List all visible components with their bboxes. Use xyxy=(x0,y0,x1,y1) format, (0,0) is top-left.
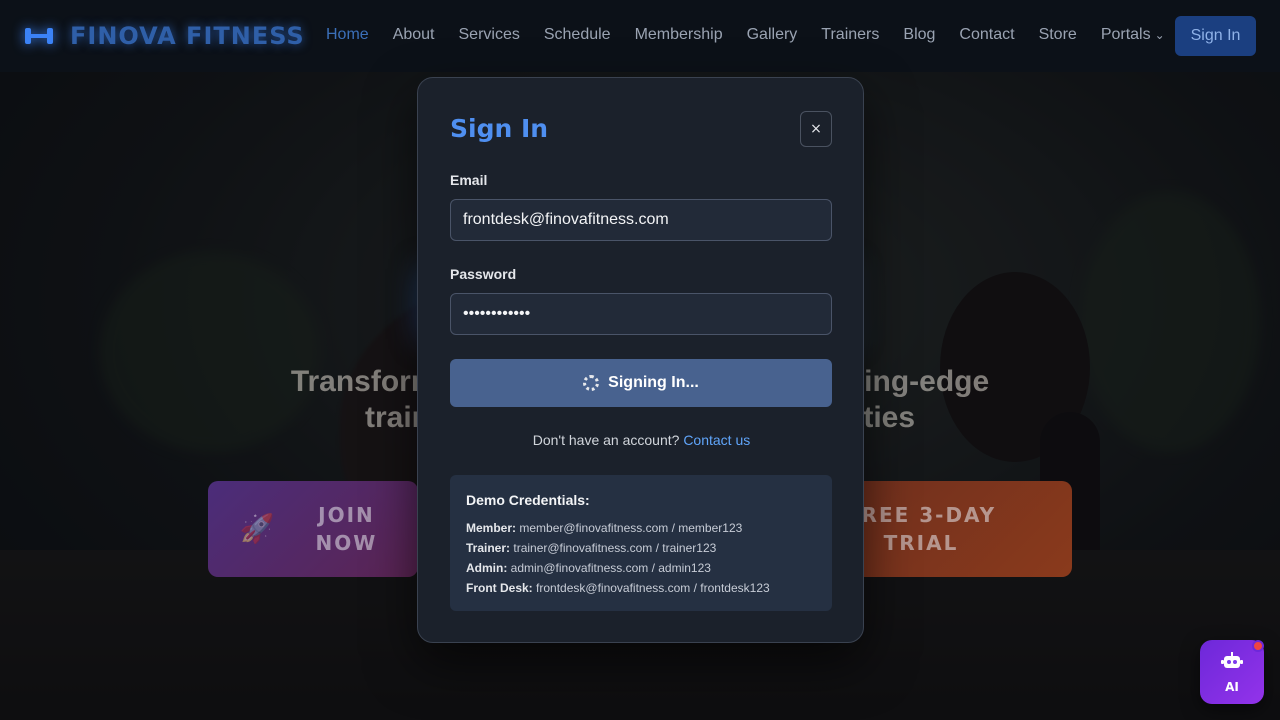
email-label: Email xyxy=(450,172,488,188)
nav-portals[interactable]: Portals ⌄ xyxy=(1101,26,1165,44)
ai-assistant-button[interactable]: AI xyxy=(1200,640,1264,704)
no-account-text: Don't have an account? xyxy=(532,432,680,448)
demo-role: Trainer: xyxy=(466,541,511,555)
submit-label: Signing In... xyxy=(608,374,699,391)
nav-sign-in-button[interactable]: Sign In xyxy=(1175,16,1256,56)
nav-gallery[interactable]: Gallery xyxy=(747,26,798,44)
sign-in-modal: Sign In × Email frontdesk@finovafitness.… xyxy=(417,77,864,643)
nav-blog[interactable]: Blog xyxy=(903,26,935,44)
no-account-line: Don't have an account? Contact us xyxy=(418,432,865,448)
robot-icon xyxy=(1221,651,1243,676)
demo-role: Member: xyxy=(466,521,517,535)
modal-title: Sign In xyxy=(450,114,549,143)
demo-row-member: Member: member@finovafitness.com / membe… xyxy=(466,518,816,538)
nav-links: Home About Services Schedule Membership … xyxy=(326,26,1189,44)
chevron-down-icon: ⌄ xyxy=(1154,28,1165,42)
nav-contact[interactable]: Contact xyxy=(959,26,1014,44)
demo-credentials-title: Demo Credentials: xyxy=(466,492,590,508)
nav-store[interactable]: Store xyxy=(1039,26,1077,44)
nav-membership[interactable]: Membership xyxy=(635,26,723,44)
dumbbell-icon xyxy=(22,20,56,52)
ai-label: AI xyxy=(1225,679,1239,694)
contact-us-link[interactable]: Contact us xyxy=(683,432,750,448)
nav-trainers[interactable]: Trainers xyxy=(821,26,879,44)
top-navbar: FINOVA FITNESS Home About Services Sched… xyxy=(0,0,1280,72)
password-label: Password xyxy=(450,266,517,282)
loading-spinner-icon xyxy=(583,375,600,391)
rocket-icon: 🚀 xyxy=(239,512,277,545)
brand-logo[interactable]: FINOVA FITNESS xyxy=(22,20,305,52)
nav-portals-label: Portals xyxy=(1100,26,1151,43)
demo-credentials-box: Demo Credentials: Member: member@finovaf… xyxy=(450,475,832,611)
nav-services[interactable]: Services xyxy=(459,26,520,44)
close-icon[interactable]: × xyxy=(800,111,832,147)
nav-schedule[interactable]: Schedule xyxy=(544,26,611,44)
join-now-button[interactable]: 🚀 JOIN NOW xyxy=(208,481,418,577)
email-field[interactable]: frontdesk@finovafitness.com xyxy=(450,199,832,241)
password-field[interactable]: •••••••••••• xyxy=(450,293,832,335)
demo-cred: trainer@finovafitness.com / trainer123 xyxy=(513,541,717,555)
demo-role: Front Desk: xyxy=(466,581,533,595)
demo-row-trainer: Trainer: trainer@finovafitness.com / tra… xyxy=(466,538,816,558)
join-now-label: JOIN NOW xyxy=(315,503,378,555)
demo-cred: admin@finovafitness.com / admin123 xyxy=(510,561,711,575)
demo-role: Admin: xyxy=(466,561,508,575)
nav-about[interactable]: About xyxy=(393,26,435,44)
demo-row-front-desk: Front Desk: frontdesk@finovafitness.com … xyxy=(466,578,816,598)
demo-cred: member@finovafitness.com / member123 xyxy=(519,521,743,535)
demo-row-admin: Admin: admin@finovafitness.com / admin12… xyxy=(466,558,816,578)
brand-name: FINOVA FITNESS xyxy=(70,22,305,50)
demo-cred: frontdesk@finovafitness.com / frontdesk1… xyxy=(536,581,770,595)
notification-dot xyxy=(1252,640,1264,652)
nav-home[interactable]: Home xyxy=(326,26,369,44)
sign-in-submit-button[interactable]: Signing In... xyxy=(450,359,832,407)
